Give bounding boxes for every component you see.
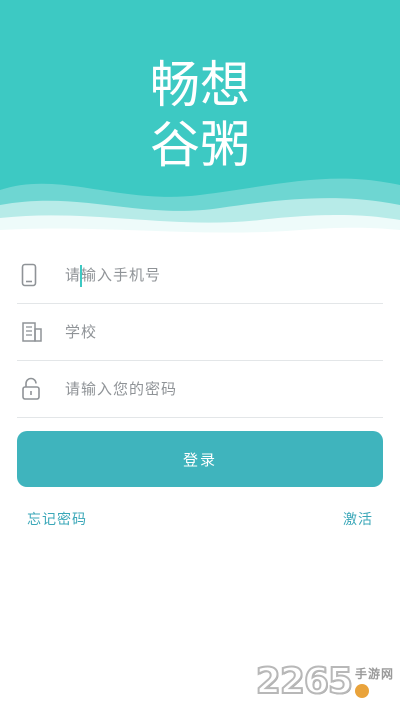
watermark-site: 手游网 — [354, 666, 394, 681]
logo-line-1: 畅想 — [150, 56, 250, 114]
login-button[interactable]: 登录 — [17, 431, 383, 487]
watermark-dot-icon — [354, 683, 369, 698]
watermark: 2265 手游网 — [255, 659, 394, 703]
header-waves — [0, 178, 400, 240]
watermark-number: 2265 — [255, 660, 354, 703]
phone-icon — [17, 260, 51, 290]
building-icon — [17, 317, 51, 347]
watermark-side: 手游网 — [354, 665, 394, 698]
text-cursor — [80, 265, 82, 287]
school-row — [17, 304, 383, 361]
activate-link[interactable]: 激活 — [343, 509, 373, 529]
password-row — [17, 361, 383, 418]
login-form — [17, 247, 383, 418]
phone-input[interactable] — [65, 266, 355, 284]
unlock-icon — [17, 374, 51, 404]
password-input[interactable] — [65, 380, 355, 398]
phone-row — [17, 247, 383, 304]
school-input[interactable] — [65, 323, 355, 341]
forgot-password-link[interactable]: 忘记密码 — [27, 509, 87, 529]
header-banner: 畅想 谷粥 — [0, 0, 400, 240]
